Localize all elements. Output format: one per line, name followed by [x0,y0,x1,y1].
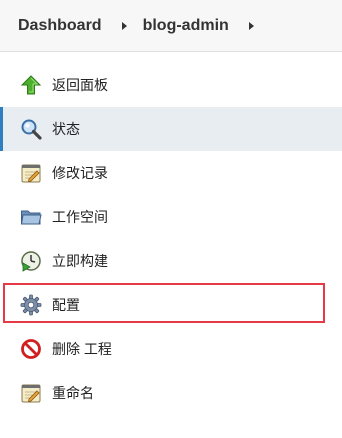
sidebar-item-label: 状态 [52,121,80,137]
sidebar-item-back-to-dashboard[interactable]: 返回面板 [0,63,342,107]
sidebar-item-label: 删除 工程 [52,341,112,357]
sidebar-item-label: 工作空间 [52,209,108,225]
breadcrumb-project[interactable]: blog-admin [143,17,229,35]
sidebar-item-workspace[interactable]: 工作空间 [0,195,342,239]
sidebar-item-build-now[interactable]: 立即构建 [0,239,342,283]
no-entry-icon [20,338,42,360]
chevron-right-icon[interactable] [248,21,254,30]
page: Dashboard blog-admin 返回面板 状态 修改记录 工作空间 立… [0,0,342,438]
clock-play-icon [20,250,42,272]
sidebar-item-label: 修改记录 [52,165,108,181]
notepad-icon [20,382,42,404]
sidebar-item-label: 重命名 [52,385,94,401]
breadcrumb-dashboard[interactable]: Dashboard [18,17,102,35]
up-arrow-icon [20,74,42,96]
sidebar-item-delete-project[interactable]: 删除 工程 [0,327,342,371]
sidebar-item-rename[interactable]: 重命名 [0,371,342,415]
sidebar-item-label: 配置 [52,297,80,313]
chevron-right-icon[interactable] [121,21,127,30]
breadcrumb: Dashboard blog-admin [0,0,342,52]
sidebar-item-label: 立即构建 [52,253,108,269]
sidebar-item-status[interactable]: 状态 [0,107,342,151]
magnifier-icon [20,118,42,140]
gear-icon [20,294,42,316]
folder-icon [20,206,42,228]
notepad-icon [20,162,42,184]
sidebar-item-label: 返回面板 [52,77,108,93]
sidebar-menu: 返回面板 状态 修改记录 工作空间 立即构建 配置 删除 工程 重命名 [0,63,342,415]
sidebar-item-configure[interactable]: 配置 [0,283,342,327]
sidebar-item-changes[interactable]: 修改记录 [0,151,342,195]
